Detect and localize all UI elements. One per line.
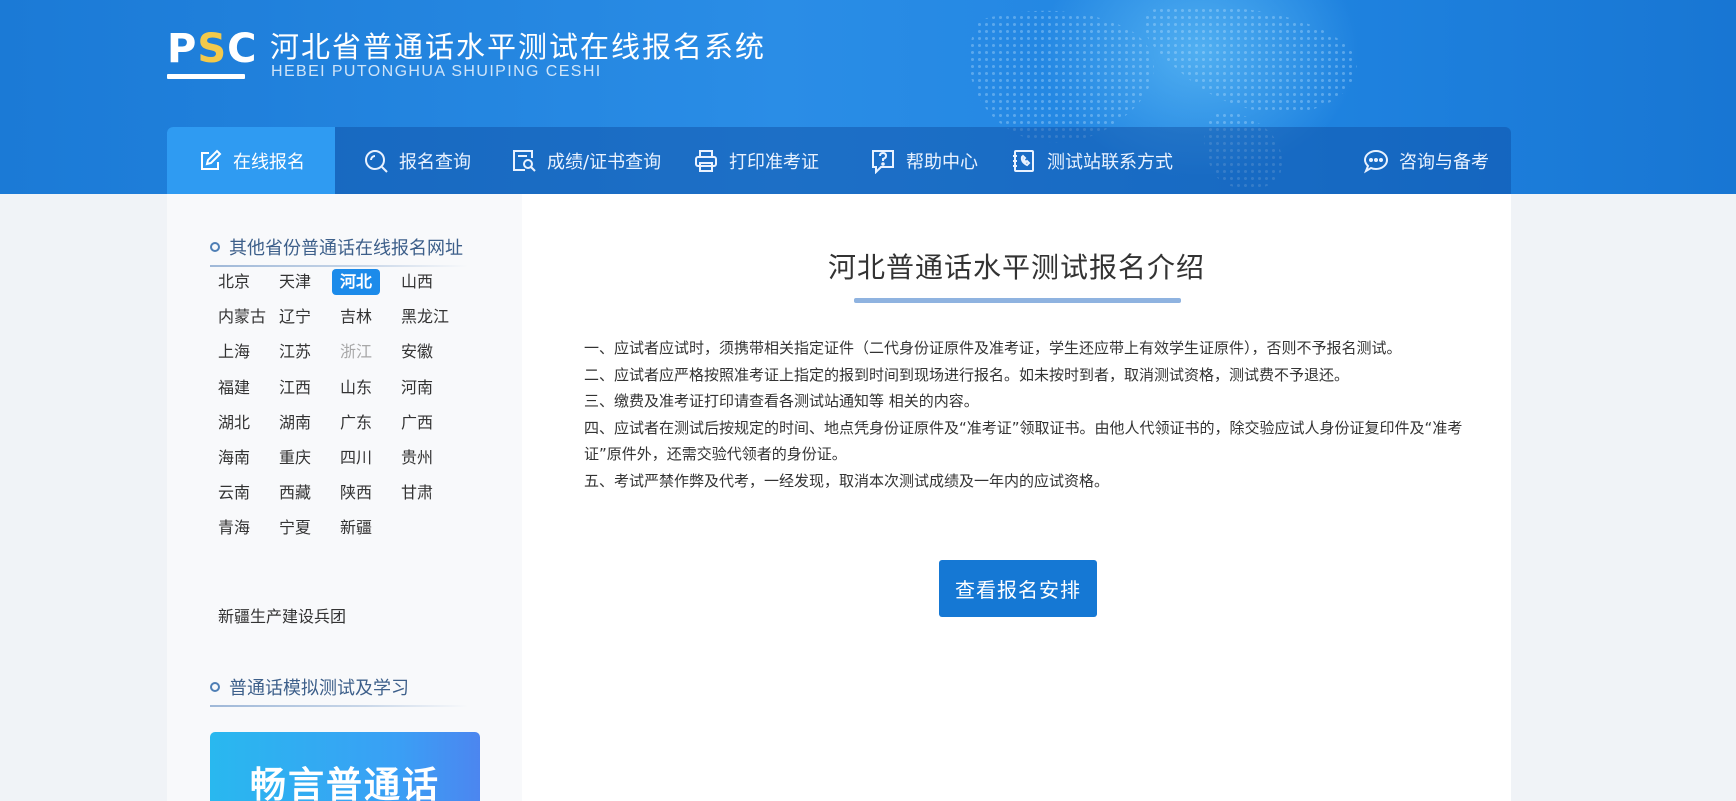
- title-underline: [854, 298, 1181, 303]
- province-link[interactable]: 浙江: [332, 339, 380, 365]
- site-header: PSC 河北省普通话水平测试在线报名系统 HEBEI PUTONGHUA SHU…: [0, 0, 1736, 194]
- circle-bullet-icon: [210, 682, 220, 692]
- nav-label: 帮助中心: [906, 151, 978, 173]
- province-link[interactable]: 黑龙江: [393, 304, 457, 330]
- province-link[interactable]: 青海: [210, 515, 258, 541]
- circle-bullet-icon: [210, 242, 220, 252]
- nav-label: 咨询与备考: [1399, 151, 1489, 173]
- registration-rules: 一、应试者应试时，须携带相关指定证件（二代身份证原件及准考证，学生还应带上有效学…: [584, 335, 1464, 494]
- province-link[interactable]: 西藏: [271, 480, 319, 506]
- nav-label: 在线报名: [233, 151, 305, 173]
- nav-label: 报名查询: [399, 151, 471, 173]
- province-link[interactable]: 北京: [210, 269, 258, 295]
- province-link-xinjiang-corps[interactable]: 新疆生产建设兵团: [210, 604, 354, 630]
- province-link[interactable]: 湖北: [210, 410, 258, 436]
- nav-item-online-registration[interactable]: 在线报名: [167, 127, 335, 194]
- main-content: 河北普通话水平测试报名介绍 一、应试者应试时，须携带相关指定证件（二代身份证原件…: [522, 194, 1511, 801]
- province-link[interactable]: 河南: [393, 375, 441, 401]
- section-divider: [210, 265, 468, 267]
- rule-item: 四、应试者在测试后按规定的时间、地点凭身份证原件及“准考证”领取证书。由他人代领…: [584, 418, 1463, 464]
- changyan-putonghua-banner[interactable]: 畅言普通话: [210, 732, 480, 801]
- nav-item-score-certificate-query[interactable]: 成绩/证书查询: [511, 127, 661, 194]
- nav-item-registration-query[interactable]: 报名查询: [363, 127, 471, 194]
- rule-item: 五、考试严禁作弊及代考，一经发现，取消本次测试成绩及一年内的应试资格。: [584, 471, 1110, 490]
- nav-item-print-admission-ticket[interactable]: 打印准考证: [693, 127, 819, 194]
- province-link[interactable]: 海南: [210, 445, 258, 471]
- psc-logo[interactable]: PSC: [167, 28, 256, 84]
- province-link[interactable]: 内蒙古: [210, 304, 274, 330]
- province-link[interactable]: 甘肃: [393, 480, 441, 506]
- logo-letters: PSC: [167, 26, 258, 72]
- edit-icon: [201, 149, 222, 170]
- province-link[interactable]: 四川: [332, 445, 380, 471]
- nav-item-help-center[interactable]: 帮助中心: [870, 127, 978, 194]
- province-link[interactable]: 贵州: [393, 445, 441, 471]
- banner-text: 畅言普通话: [250, 765, 441, 801]
- province-link[interactable]: 江苏: [271, 339, 319, 365]
- main-nav: 在线报名 报名查询 成绩/证书查询 打印准考证 帮助中心 测试站联系方式 咨询与…: [167, 127, 1511, 194]
- certificate-search-icon: [513, 149, 536, 172]
- phone-book-icon: [1013, 149, 1034, 172]
- nav-item-test-station-contacts[interactable]: 测试站联系方式: [1011, 127, 1173, 194]
- province-link[interactable]: 安徽: [393, 339, 441, 365]
- province-link[interactable]: 重庆: [271, 445, 319, 471]
- rule-item: 一、应试者应试时，须携带相关指定证件（二代身份证原件及准考证，学生还应带上有效学…: [584, 339, 1402, 357]
- province-link[interactable]: 辽宁: [271, 304, 319, 330]
- nav-label: 打印准考证: [729, 151, 819, 173]
- province-link[interactable]: 新疆: [332, 515, 380, 541]
- province-link[interactable]: 江西: [271, 375, 319, 401]
- province-link[interactable]: 福建: [210, 375, 258, 401]
- province-link[interactable]: 云南: [210, 480, 258, 506]
- printer-icon: [695, 149, 717, 172]
- logo-bar: [167, 74, 245, 79]
- site-subtitle: HEBEI PUTONGHUA SHUIPING CESHI: [271, 63, 602, 80]
- province-link[interactable]: 湖南: [271, 410, 319, 436]
- nav-label: 测试站联系方式: [1047, 151, 1173, 173]
- province-link[interactable]: 山东: [332, 375, 380, 401]
- province-link[interactable]: 吉林: [332, 304, 380, 330]
- province-link[interactable]: 陕西: [332, 480, 380, 506]
- sidebar: 其他省份普通话在线报名网址 北京 天津 河北 山西内蒙古 辽宁 吉林 黑龙江上海 江苏 浙江 安徽…: [167, 194, 523, 801]
- province-link[interactable]: 河北: [332, 269, 381, 295]
- province-link[interactable]: 天津: [271, 269, 319, 295]
- section-title-text: 普通话模拟测试及学习: [229, 678, 409, 699]
- province-link[interactable]: 山西: [393, 269, 441, 295]
- search-icon: [365, 149, 388, 173]
- chat-icon: [1363, 149, 1389, 173]
- nav-label: 成绩/证书查询: [547, 151, 662, 173]
- view-registration-schedule-button[interactable]: 查看报名安排: [939, 560, 1097, 617]
- page-title: 河北普通话水平测试报名介绍: [827, 251, 1205, 284]
- site-title: 河北省普通话水平测试在线报名系统: [270, 30, 767, 64]
- rule-item: 二、应试者应严格按照准考证上指定的报到时间到现场进行报名。如未按时到者，取消测试…: [584, 365, 1350, 384]
- province-link[interactable]: 上海: [210, 339, 258, 365]
- provinces-section-title: 其他省份普通话在线报名网址: [210, 234, 463, 260]
- practice-section-title: 普通话模拟测试及学习: [210, 674, 409, 700]
- section-divider: [210, 705, 468, 707]
- province-link[interactable]: 宁夏: [271, 515, 319, 541]
- nav-item-consult-prepare[interactable]: 咨询与备考: [1363, 127, 1489, 194]
- rule-item: 三、缴费及准考证打印请查看各测试站通知等 相关的内容。: [584, 392, 979, 410]
- province-link[interactable]: 广西: [393, 410, 441, 436]
- province-link[interactable]: 广东: [332, 410, 380, 436]
- help-icon: [872, 149, 894, 174]
- section-title-text: 其他省份普通话在线报名网址: [229, 238, 463, 259]
